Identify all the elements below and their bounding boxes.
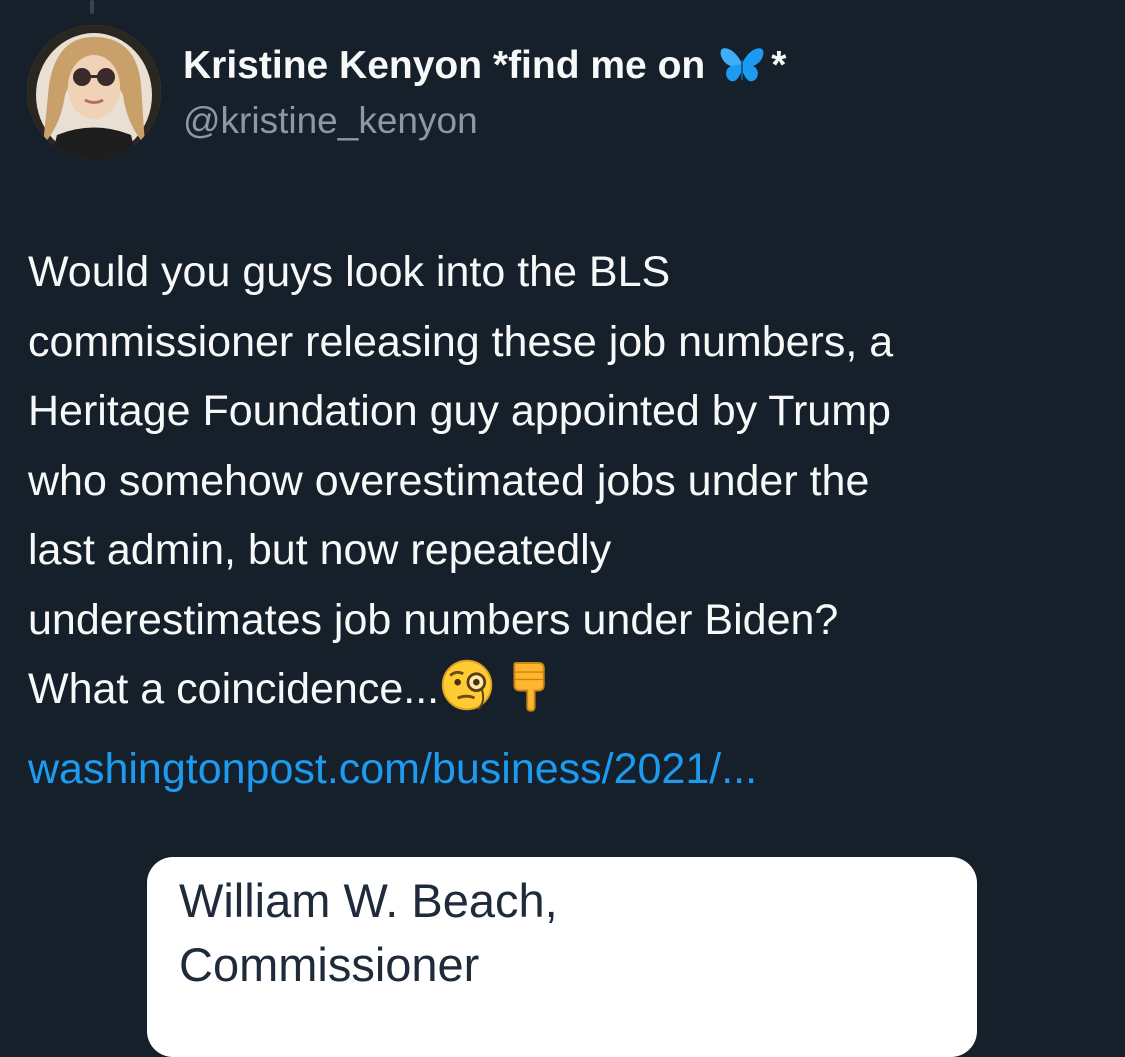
tweet-text-line: last admin, but now repeatedly xyxy=(28,526,612,574)
display-name-suffix: * xyxy=(771,44,787,87)
tweet-text-line: commissioner releasing these job numbers… xyxy=(28,317,894,366)
tweet-author[interactable]: Kristine Kenyon *find me on * @kristine_… xyxy=(183,38,786,142)
tweet-text-line: Would you guys look into the BLS xyxy=(28,248,671,296)
monocle-face-icon xyxy=(439,657,495,735)
media-card-text: William W. Beach, Commissioner xyxy=(179,869,558,997)
user-handle[interactable]: @kristine_kenyon xyxy=(183,100,786,142)
article-link[interactable]: washingtonpost.com/business/2021/... xyxy=(28,745,757,793)
tweet-text-line: who somehow overestimated jobs under the xyxy=(28,456,870,505)
display-name[interactable]: Kristine Kenyon *find me on * xyxy=(183,38,786,94)
media-card[interactable]: William W. Beach, Commissioner xyxy=(147,857,977,1057)
tweet-text: Would you guys look into the BLS commiss… xyxy=(28,238,1108,804)
media-card-line-title: Commissioner xyxy=(179,938,480,991)
media-card-line-name: William W. Beach, xyxy=(179,874,558,927)
tweet-text-line: underestimates job numbers under Biden? xyxy=(28,595,839,644)
display-name-text: Kristine Kenyon *find me on xyxy=(183,44,706,87)
butterfly-icon xyxy=(719,46,765,86)
pointing-down-icon xyxy=(507,657,553,735)
avatar[interactable] xyxy=(27,25,161,159)
tweet-text-line: Heritage Foundation guy appointed by Tru… xyxy=(28,387,891,435)
tweet-text-line: What a coincidence... xyxy=(28,665,440,713)
thread-connector-line xyxy=(90,0,94,14)
avatar-image xyxy=(27,25,161,159)
